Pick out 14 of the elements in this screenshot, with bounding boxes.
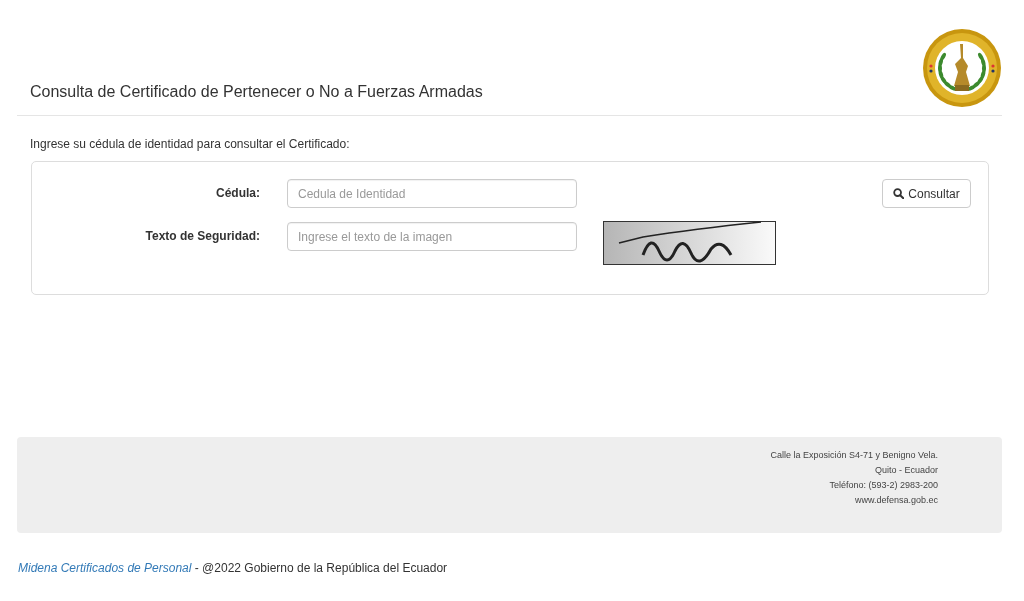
consult-button[interactable]: Consultar bbox=[882, 179, 971, 208]
field-label: Cédula: bbox=[215, 185, 260, 202]
contact-text: www.defensa.gob.ec bbox=[853, 494, 938, 507]
contact-text: Teléfono: (593-2) 2983-200 bbox=[828, 479, 938, 492]
instruction-text: Ingrese su cédula de identidad para consultar el Certificado: bbox=[30, 136, 351, 153]
footer-link[interactable]: Midena Certificados de Personal bbox=[18, 561, 192, 575]
field-label: Texto de Seguridad: bbox=[144, 228, 260, 245]
search-icon bbox=[893, 188, 905, 199]
footer-text: Midena Certificados de Personal - @2022 Gobierno de la República del Ecuador bbox=[18, 560, 449, 577]
text-input-field[interactable]: Cedula de Identidad bbox=[287, 179, 577, 208]
text-input-field[interactable]: Ingrese el texto de la imagen bbox=[287, 222, 577, 251]
contact-text: Quito - Ecuador bbox=[873, 464, 938, 477]
contact-text: Calle la Exposición S4-71 y Benigno Vela. bbox=[769, 449, 938, 462]
page-title: Consulta de Certificado de Pertenecer o No a Fuerzas Armadas bbox=[29, 82, 483, 102]
